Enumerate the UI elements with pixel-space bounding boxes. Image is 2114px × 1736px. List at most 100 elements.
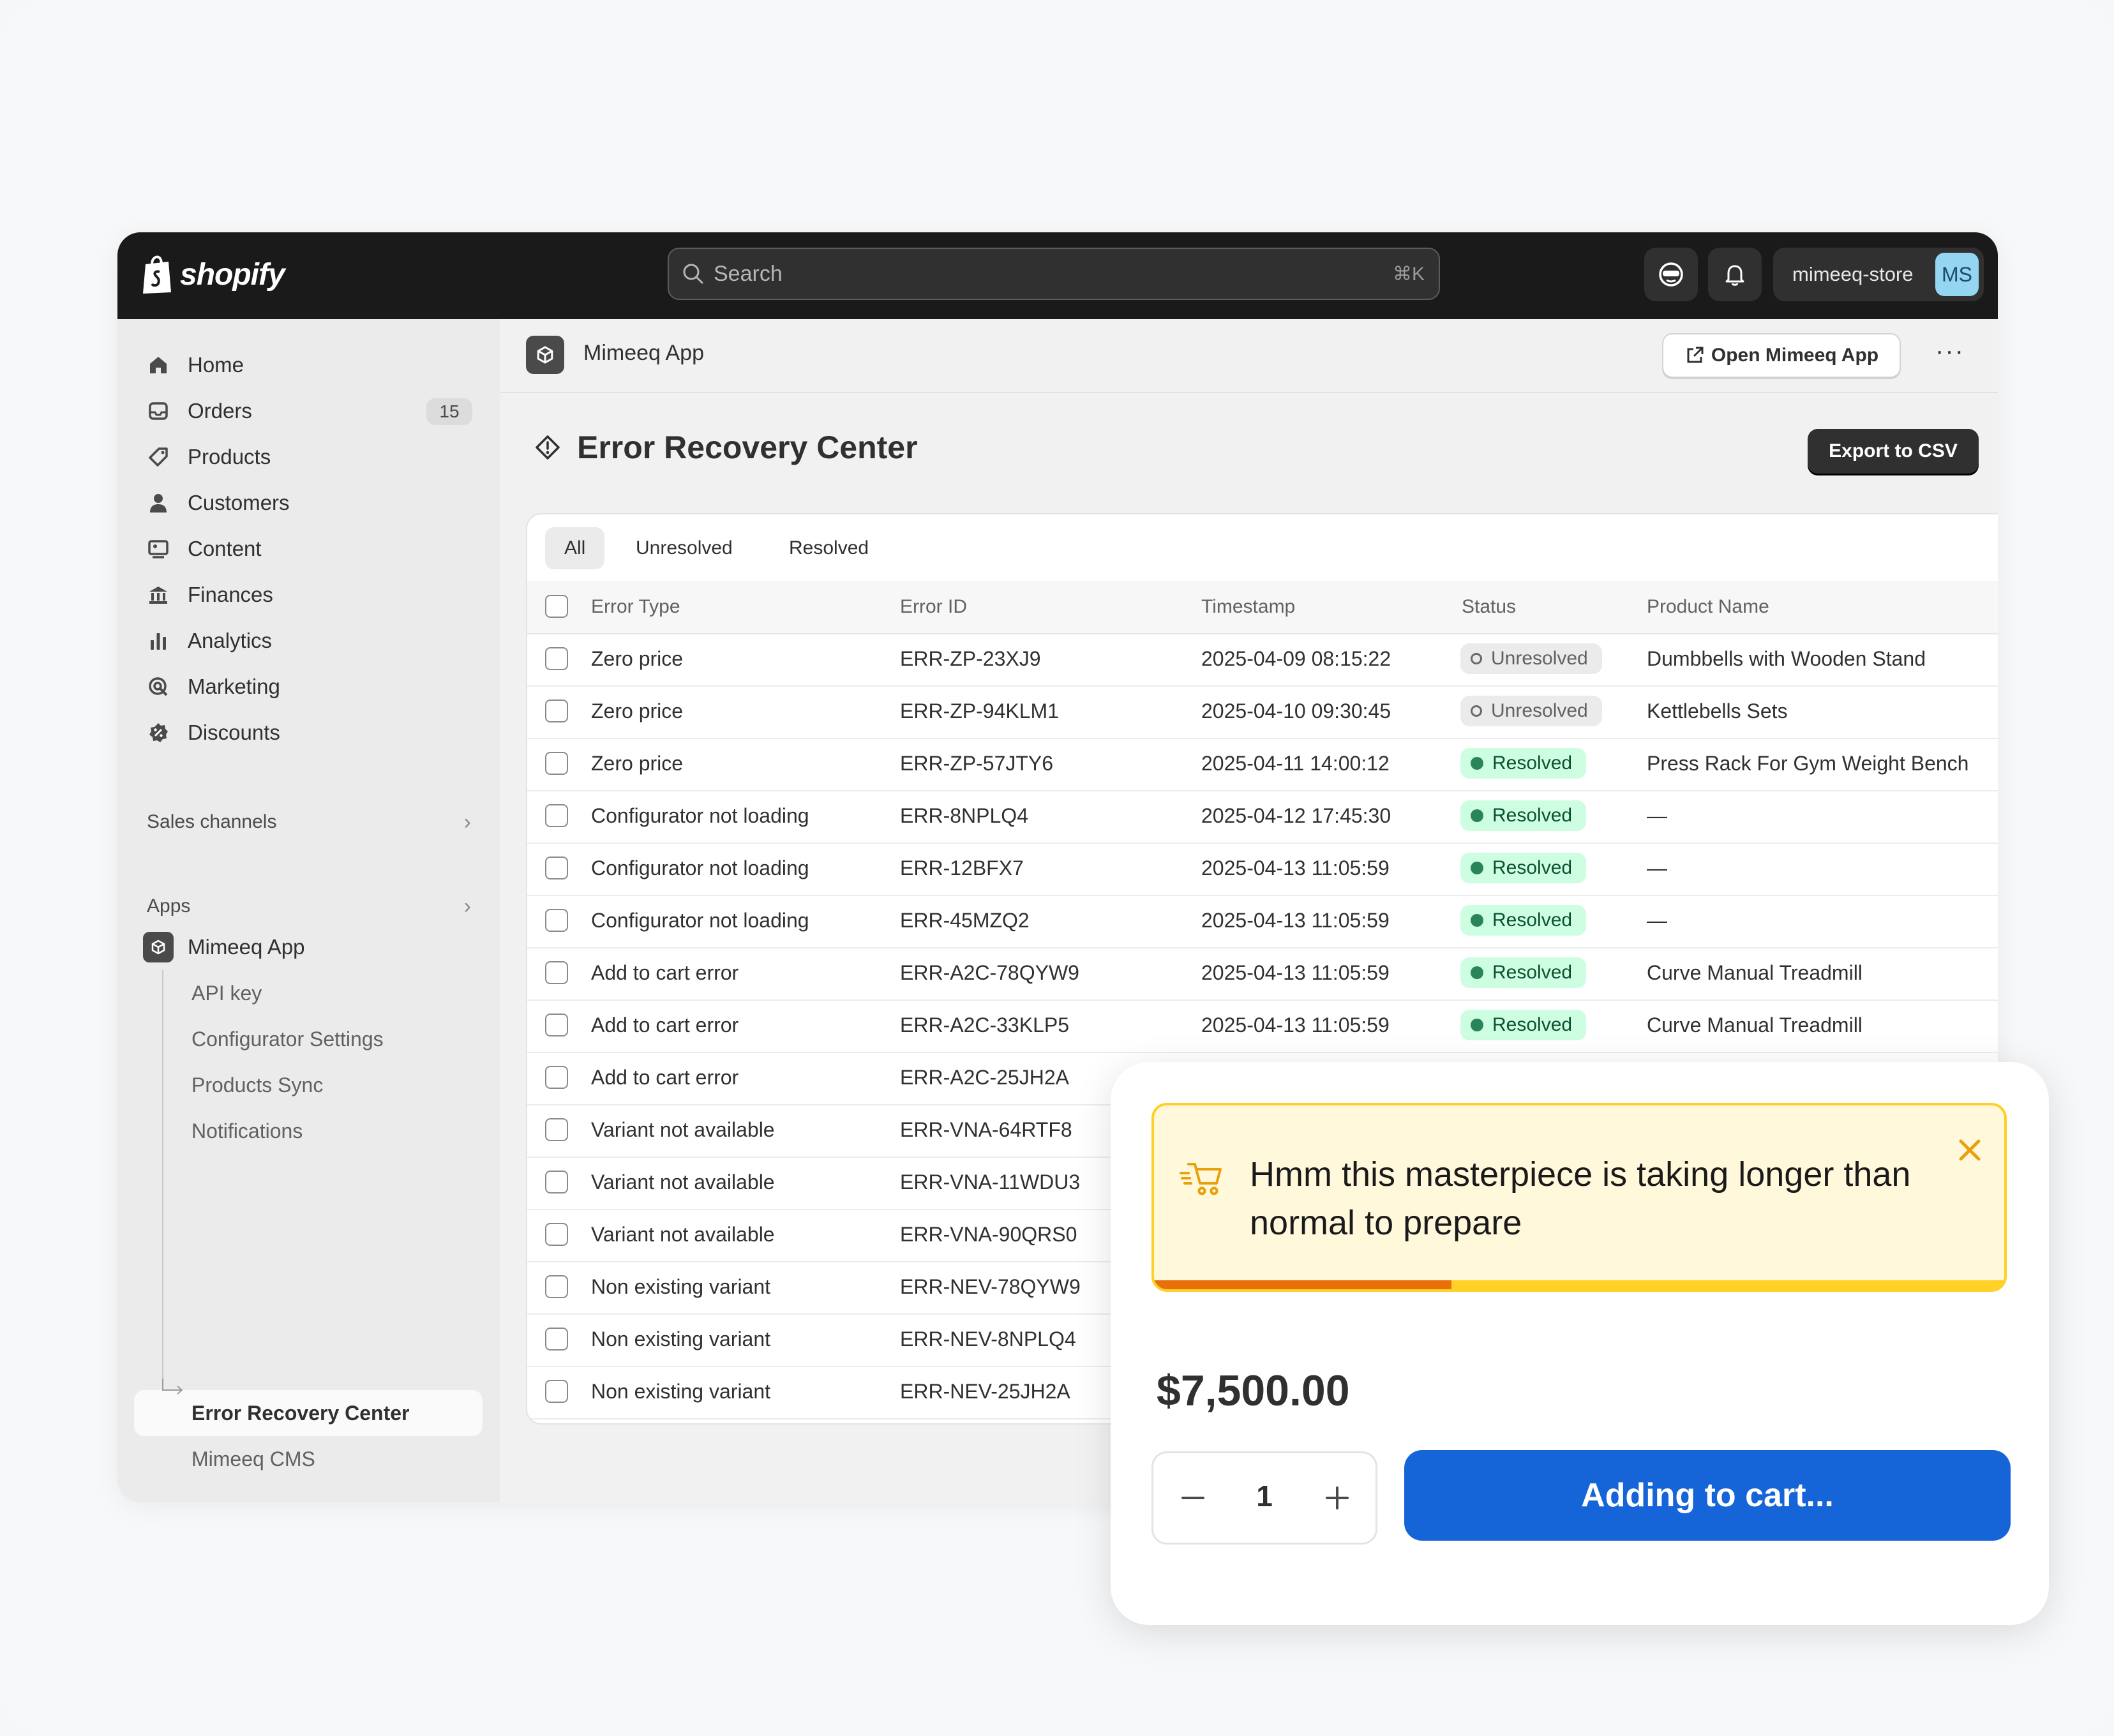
- target-icon: [147, 675, 170, 698]
- cell-error-type: Configurator not loading: [591, 909, 809, 932]
- status-label: Resolved: [1492, 909, 1573, 931]
- progress-bar: [1154, 1280, 2004, 1289]
- table-row[interactable]: Zero price ERR-ZP-94KLM1 2025-04-10 09:30:…: [527, 685, 1998, 739]
- row-checkbox[interactable]: [545, 804, 568, 827]
- row-checkbox[interactable]: [545, 1223, 568, 1246]
- sidebar-item-analytics[interactable]: Analytics: [147, 620, 479, 661]
- table-row[interactable]: Zero price ERR-ZP-23XJ9 2025-04-09 08:15:2…: [527, 633, 1998, 687]
- close-icon[interactable]: [1952, 1132, 1988, 1168]
- cell-error-id: ERR-8NPLQ4: [900, 804, 1028, 827]
- increase-quantity-button[interactable]: [1314, 1475, 1360, 1521]
- column-header-error-type[interactable]: Error Type: [591, 596, 680, 618]
- cell-error-type: Variant not available: [591, 1118, 775, 1141]
- row-checkbox[interactable]: [545, 1066, 568, 1089]
- tab-unresolved[interactable]: Unresolved: [617, 527, 752, 569]
- column-header-timestamp[interactable]: Timestamp: [1201, 596, 1295, 618]
- sidebar-item-products[interactable]: Products: [147, 437, 479, 477]
- cell-error-id: ERR-VNA-64RTF8: [900, 1118, 1072, 1141]
- column-header-status[interactable]: Status: [1462, 596, 1516, 618]
- sidebar-item-label: Analytics: [188, 629, 273, 652]
- cell-error-type: Variant not available: [591, 1171, 775, 1194]
- more-actions-icon[interactable]: ···: [1935, 337, 1965, 366]
- notifications-button[interactable]: [1708, 248, 1762, 301]
- table-row[interactable]: Configurator not loading ERR-8NPLQ4 2025-0…: [527, 790, 1998, 844]
- status-dot-icon: [1471, 653, 1482, 664]
- cell-timestamp: 2025-04-13 11:05:59: [1201, 961, 1390, 984]
- discount-icon: [147, 721, 170, 744]
- sidebar-subitem-api-key[interactable]: API key: [191, 973, 262, 1014]
- open-mimeeq-app-button[interactable]: Open Mimeeq App: [1662, 333, 1901, 378]
- row-checkbox[interactable]: [545, 1171, 568, 1194]
- quantity-value[interactable]: 1: [1243, 1479, 1286, 1513]
- sidebar-subitem-products-sync[interactable]: Products Sync: [191, 1065, 323, 1105]
- sidebar-item-discounts[interactable]: Discounts: [147, 712, 479, 753]
- search-input[interactable]: Search ⌘K: [668, 248, 1440, 300]
- status-dot-icon: [1471, 1019, 1483, 1031]
- cell-error-id: ERR-45MZQ2: [900, 909, 1030, 932]
- section-label: Apps: [147, 895, 191, 917]
- sidebar-subitem-error-recovery-center[interactable]: Error Recovery Center: [191, 1393, 409, 1433]
- sidebar-subitem-configurator-settings[interactable]: Configurator Settings: [191, 1019, 384, 1059]
- row-checkbox[interactable]: [545, 700, 568, 722]
- sidebar-item-finances[interactable]: Finances: [147, 574, 479, 615]
- avatar: MS: [1935, 253, 1979, 296]
- status-badge: Resolved: [1460, 905, 1587, 936]
- store-menu[interactable]: mimeeq-store MS: [1773, 248, 1984, 301]
- row-checkbox[interactable]: [545, 1014, 568, 1036]
- row-checkbox[interactable]: [545, 1118, 568, 1141]
- sidebar-item-label: Customers: [188, 491, 290, 514]
- status-label: Resolved: [1492, 857, 1573, 878]
- sidebar-item-mimeeq-app[interactable]: Mimeeq App: [143, 927, 479, 968]
- decrease-quantity-button[interactable]: [1170, 1475, 1216, 1521]
- table-row[interactable]: Configurator not loading ERR-12BFX7 2025-0…: [527, 842, 1998, 896]
- table-row[interactable]: Add to cart error ERR-A2C-78QYW9 2025-04-1…: [527, 947, 1998, 1001]
- table-row[interactable]: Zero price ERR-ZP-57JTY6 2025-04-11 14:00:…: [527, 738, 1998, 791]
- row-checkbox[interactable]: [545, 961, 568, 984]
- column-header-product-name[interactable]: Product Name: [1647, 596, 1769, 618]
- sidekick-button[interactable]: [1644, 248, 1698, 301]
- table-row[interactable]: Add to cart error ERR-A2C-33KLP5 2025-04-1…: [527, 999, 1998, 1053]
- tree-branch-arrow-icon: [162, 1379, 183, 1395]
- row-checkbox[interactable]: [545, 857, 568, 879]
- apps-section[interactable]: Apps ›: [147, 891, 479, 922]
- row-checkbox[interactable]: [545, 647, 568, 670]
- sidebar-subitem-notifications[interactable]: Notifications: [191, 1111, 303, 1151]
- status-badge: Resolved: [1460, 800, 1587, 831]
- tab-resolved[interactable]: Resolved: [770, 527, 888, 569]
- status-dot-icon: [1471, 914, 1483, 927]
- cell-product-name: —: [1647, 909, 1667, 932]
- chevron-right-icon: ›: [463, 809, 471, 834]
- sidebar-item-label: Content: [188, 537, 262, 560]
- status-label: Resolved: [1492, 962, 1573, 983]
- cell-error-type: Non existing variant: [591, 1380, 771, 1403]
- search-shortcut: ⌘K: [1392, 263, 1425, 285]
- sidebar-item-content[interactable]: Content: [147, 528, 479, 569]
- select-all-checkbox[interactable]: [545, 595, 568, 618]
- sales-channels-section[interactable]: Sales channels ›: [147, 807, 479, 837]
- add-to-cart-button[interactable]: Adding to cart...: [1404, 1450, 2011, 1541]
- shopify-logo[interactable]: shopify: [140, 254, 285, 295]
- column-header-error-id[interactable]: Error ID: [900, 596, 967, 618]
- cell-error-type: Configurator not loading: [591, 804, 809, 827]
- cell-error-id: ERR-A2C-25JH2A: [900, 1066, 1069, 1089]
- row-checkbox[interactable]: [545, 1275, 568, 1298]
- tab-all[interactable]: All: [545, 527, 605, 569]
- sidebar-item-orders[interactable]: Orders 15: [147, 391, 479, 431]
- cell-error-type: Zero price: [591, 752, 684, 775]
- row-checkbox[interactable]: [545, 909, 568, 932]
- status-badge: Resolved: [1460, 853, 1587, 883]
- section-label: Sales channels: [147, 811, 277, 832]
- person-icon: [147, 491, 170, 514]
- sidebar-item-marketing[interactable]: Marketing: [147, 666, 479, 707]
- sidebar-item-home[interactable]: Home: [147, 345, 479, 385]
- sidebar-item-customers[interactable]: Customers: [147, 483, 479, 523]
- status-badge: Resolved: [1460, 748, 1587, 779]
- row-checkbox[interactable]: [545, 752, 568, 775]
- cell-error-id: ERR-NEV-8NPLQ4: [900, 1328, 1076, 1351]
- mimeeq-app-icon: [526, 336, 564, 374]
- row-checkbox[interactable]: [545, 1328, 568, 1351]
- table-row[interactable]: Configurator not loading ERR-45MZQ2 2025-0…: [527, 895, 1998, 948]
- row-checkbox[interactable]: [545, 1380, 568, 1403]
- sidebar-subitem-mimeeq-cms[interactable]: Mimeeq CMS: [191, 1439, 315, 1479]
- export-csv-button[interactable]: Export to CSV: [1808, 429, 1979, 474]
